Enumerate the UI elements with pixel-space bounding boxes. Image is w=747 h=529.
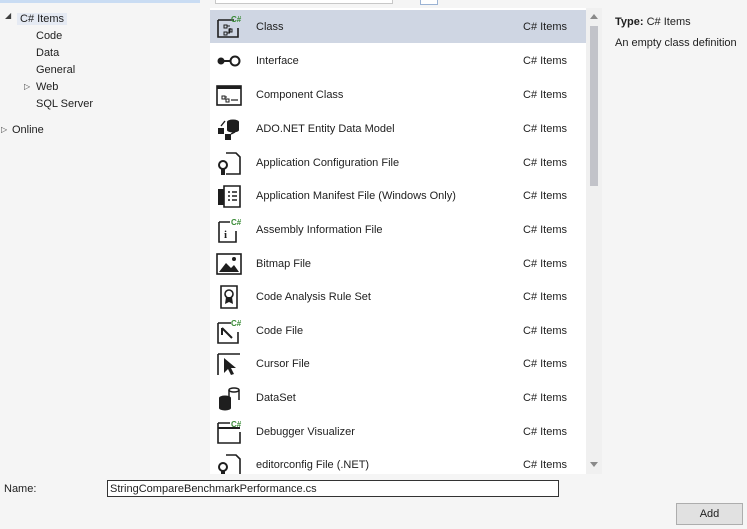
type-label: Type: [615, 16, 644, 28]
template-list-scrollbar[interactable] [586, 8, 602, 474]
expanded-icon[interactable]: ◢ [5, 11, 11, 20]
template-item-rule-set[interactable]: Code Analysis Rule Set C# Items [210, 280, 586, 313]
name-field[interactable] [107, 480, 559, 497]
template-category: C# Items [523, 325, 568, 337]
dataset-icon [219, 387, 240, 411]
scroll-up-icon[interactable] [590, 14, 598, 19]
manifest-file-icon [218, 185, 241, 208]
rule-set-icon [220, 285, 238, 309]
assembly-info-icon: C# i [218, 218, 242, 243]
template-category: C# Items [523, 21, 568, 33]
template-type: Type: C# Items [615, 16, 691, 28]
template-list[interactable]: C# Class C# Items Interface C# Items Com… [210, 8, 602, 474]
template-category: C# Items [523, 258, 568, 270]
tree-item-label: SQL Server [36, 98, 94, 110]
cursor-file-icon [217, 353, 240, 375]
entity-data-model-icon [218, 119, 239, 140]
template-name: Interface [256, 55, 299, 67]
svg-text:C#: C# [231, 218, 242, 227]
template-category: C# Items [523, 123, 568, 135]
template-item-bitmap-file[interactable]: Bitmap File C# Items [210, 247, 586, 280]
interface-icon [217, 55, 241, 67]
search-box-edge[interactable] [215, 0, 393, 4]
template-name: Assembly Information File [256, 224, 383, 236]
view-toggle-button[interactable] [420, 0, 438, 5]
config-file-icon [218, 152, 241, 175]
name-label: Name: [4, 483, 37, 495]
template-name: Code Analysis Rule Set [256, 291, 371, 303]
svg-text:i: i [224, 229, 227, 241]
template-item-debugger-visualizer[interactable]: C# Debugger Visualizer C# Items [210, 415, 586, 448]
template-name: Debugger Visualizer [256, 426, 355, 438]
tree-item-web[interactable]: Web [36, 79, 58, 95]
template-category: C# Items [523, 291, 568, 303]
template-item-assembly-info[interactable]: C# i Assembly Information File C# Items [210, 213, 586, 246]
add-button[interactable]: Add [676, 503, 743, 525]
template-item-config-file[interactable]: Application Configuration File C# Items [210, 146, 586, 179]
template-item-dataset[interactable]: DataSet C# Items [210, 381, 586, 414]
tree-item-label: Code [36, 30, 63, 42]
template-item-class[interactable]: C# Class C# Items [210, 10, 586, 43]
class-icon: C# [217, 15, 242, 38]
template-item-editorconfig[interactable]: editorconfig File (.NET) C# Items [210, 448, 586, 474]
template-item-interface[interactable]: Interface C# Items [210, 44, 586, 77]
scroll-thumb[interactable] [590, 26, 598, 186]
template-category: C# Items [523, 426, 568, 438]
tree-item-general[interactable]: General [36, 62, 75, 78]
tree-item-sql-server[interactable]: SQL Server [36, 96, 93, 112]
svg-text:C#: C# [231, 420, 242, 429]
template-item-manifest-file[interactable]: Application Manifest File (Windows Only)… [210, 179, 586, 212]
template-category: C# Items [523, 157, 568, 169]
template-category: C# Items [523, 392, 568, 404]
template-item-code-file[interactable]: C# Code File C# Items [210, 314, 586, 347]
code-file-icon: C# [217, 319, 242, 344]
details-pane: Type: C# Items An empty class definition [608, 8, 747, 474]
svg-text:C#: C# [231, 15, 242, 24]
tree-item-online[interactable]: Online [12, 122, 44, 138]
bitmap-file-icon [216, 253, 242, 275]
template-description: An empty class definition [615, 37, 737, 49]
scroll-down-icon[interactable] [590, 462, 598, 467]
template-item-cursor-file[interactable]: Cursor File C# Items [210, 347, 586, 380]
debugger-visualizer-icon: C# [217, 420, 242, 444]
template-name: Application Manifest File (Windows Only) [256, 190, 456, 202]
template-name: Code File [256, 325, 304, 337]
template-category: C# Items [523, 224, 568, 236]
template-name: Application Configuration File [256, 157, 400, 169]
template-category: C# Items [523, 89, 568, 101]
template-name: Cursor File [256, 358, 310, 370]
template-item-component-class[interactable]: Component Class C# Items [210, 78, 586, 111]
template-name: Component Class [256, 89, 344, 101]
template-name: editorconfig File (.NET) [256, 459, 370, 471]
editorconfig-icon [218, 454, 241, 474]
collapsed-icon[interactable]: ▷ [24, 82, 30, 91]
tree-item-label: Web [36, 81, 59, 93]
tree-item-label: C# Items [17, 13, 68, 25]
template-name: Class [256, 21, 284, 33]
template-name: Bitmap File [256, 258, 312, 270]
tree-item-data[interactable]: Data [36, 45, 59, 61]
tree-item-label: General [36, 64, 76, 76]
template-name: ADO.NET Entity Data Model [256, 123, 395, 135]
svg-text:C#: C# [231, 319, 242, 328]
top-divider [0, 0, 200, 3]
component-class-icon [216, 85, 242, 106]
tree-item-label: Online [12, 124, 44, 136]
type-value: C# Items [646, 16, 691, 28]
template-name: DataSet [256, 392, 296, 404]
template-category: C# Items [523, 190, 568, 202]
template-category: C# Items [523, 358, 568, 370]
tree-item-csharp-items[interactable]: C# Items [17, 11, 68, 27]
tree-item-code[interactable]: Code [36, 28, 62, 44]
collapsed-icon[interactable]: ▷ [1, 125, 7, 134]
category-tree: ◢ C# Items Code Data General ▷ Web SQL S… [0, 8, 208, 474]
template-category: C# Items [523, 459, 568, 471]
template-category: C# Items [523, 55, 568, 67]
tree-item-label: Data [36, 47, 60, 59]
template-item-entity-data-model[interactable]: ADO.NET Entity Data Model C# Items [210, 112, 586, 145]
